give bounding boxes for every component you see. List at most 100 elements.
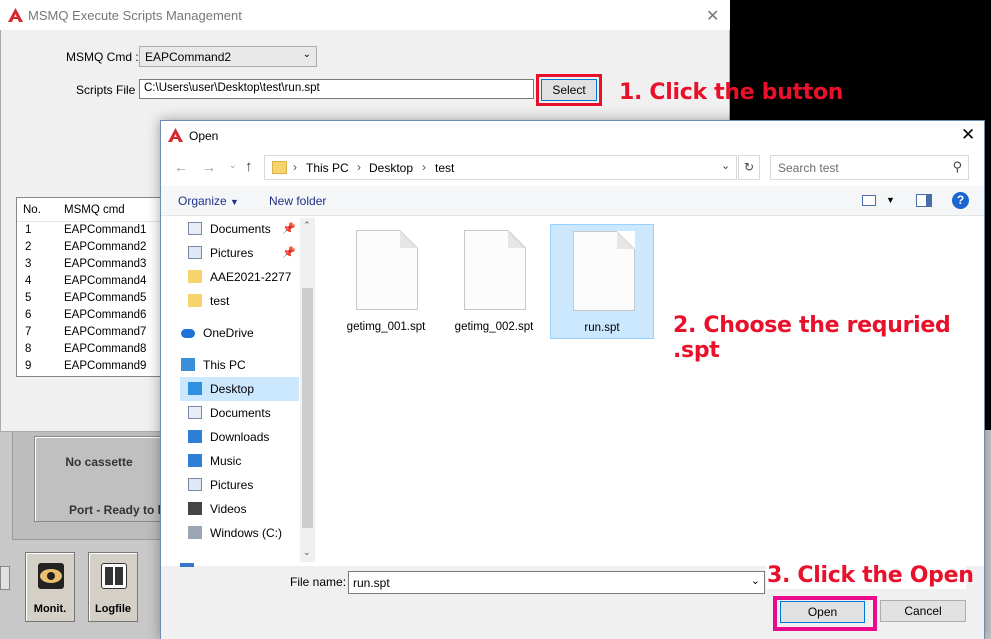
address-bar[interactable]: › This PC › Desktop › test ⌄ xyxy=(264,155,737,180)
sidebar-item-music[interactable]: Music xyxy=(180,449,299,473)
sidebar-item-label: Desktop xyxy=(210,382,255,396)
list-item-no: 2 xyxy=(25,241,32,253)
sidebar-item-label: Pictures xyxy=(210,246,254,260)
app-logo-icon xyxy=(8,8,23,22)
list-item[interactable]: 1 EAPCommand1 xyxy=(17,224,175,241)
breadcrumb-this-pc[interactable]: This PC xyxy=(306,161,349,175)
file-name: run.spt xyxy=(584,322,620,334)
view-icon[interactable] xyxy=(862,195,876,206)
refresh-icon[interactable]: ↻ xyxy=(738,155,760,180)
open-button[interactable]: Open xyxy=(780,601,865,623)
scroll-down-icon[interactable]: ⌄ xyxy=(303,547,311,558)
forward-icon[interactable]: → xyxy=(202,159,216,175)
sidebar-item-documents[interactable]: Documents xyxy=(180,401,299,425)
file-icon xyxy=(573,231,635,311)
msmq-window-title: MSMQ Execute Scripts Management xyxy=(28,8,242,23)
sidebar-item-label: Videos xyxy=(210,502,247,516)
logfile-button[interactable]: Logfile xyxy=(88,552,138,622)
list-item-no: 4 xyxy=(25,275,32,287)
file-item[interactable]: getimg_001.spt xyxy=(334,224,438,339)
sidebar-item-this-pc[interactable]: This PC xyxy=(173,353,299,377)
file-name-input[interactable]: run.spt ⌄ xyxy=(348,571,765,594)
search-input[interactable]: Search test ⚲ xyxy=(770,155,969,180)
recent-dropdown-icon[interactable]: ⌄ xyxy=(229,160,237,171)
list-item[interactable]: 7 EAPCommand7 xyxy=(17,326,175,343)
list-item[interactable]: 9 EAPCommand9 xyxy=(17,360,175,377)
list-item[interactable]: 6 EAPCommand6 xyxy=(17,309,175,326)
select-button[interactable]: Select xyxy=(541,79,597,101)
onedrive-icon xyxy=(181,329,195,338)
background-left-control xyxy=(0,566,10,590)
scripts-file-label: Scripts File : xyxy=(76,83,143,97)
sidebar-item-desktop[interactable]: Desktop xyxy=(180,377,299,401)
list-item[interactable]: 3 EAPCommand3 xyxy=(17,258,175,275)
desktop-icon xyxy=(188,382,202,395)
chevron-right-icon: › xyxy=(357,160,361,174)
sidebar-item-videos[interactable]: Videos xyxy=(180,497,299,521)
list-item[interactable]: 5 EAPCommand5 xyxy=(17,292,175,309)
msmq-cmd-label: MSMQ Cmd : xyxy=(66,50,139,64)
list-header-no: No. xyxy=(23,204,41,216)
file-item[interactable]: getimg_002.spt xyxy=(442,224,546,339)
breadcrumb-test[interactable]: test xyxy=(435,161,454,175)
monit-label: Monit. xyxy=(33,603,67,615)
list-item-cmd: EAPCommand7 xyxy=(64,326,147,338)
step3-callout: 3. Click the Open xyxy=(767,563,974,588)
sidebar-item-label: AAE2021-2277 xyxy=(210,270,292,284)
help-icon[interactable]: ? xyxy=(952,192,969,209)
up-icon[interactable]: ↑ xyxy=(245,158,253,175)
list-item-cmd: EAPCommand9 xyxy=(64,360,147,372)
sidebar-item-label: Pictures xyxy=(210,478,254,492)
breadcrumb-desktop[interactable]: Desktop xyxy=(369,161,413,175)
sidebar-item-downloads[interactable]: Downloads xyxy=(180,425,299,449)
list-item-no: 5 xyxy=(25,292,32,304)
logfile-icon xyxy=(101,563,127,589)
sidebar-item-documents[interactable]: Documents 📌 xyxy=(180,217,299,241)
sidebar-item-test[interactable]: test xyxy=(180,289,299,313)
sidebar-item-windows-c-[interactable]: Windows (C:) xyxy=(180,521,299,545)
sidebar-item-label: OneDrive xyxy=(203,326,254,340)
sidebar-item-label: Documents xyxy=(210,222,271,236)
list-item-cmd: EAPCommand1 xyxy=(64,224,147,236)
list-item[interactable]: 2 EAPCommand2 xyxy=(17,241,175,258)
cancel-button[interactable]: Cancel xyxy=(880,600,966,622)
chevron-right-icon: › xyxy=(422,160,426,174)
msmq-cmd-select[interactable]: EAPCommand2 ⌄ xyxy=(139,46,317,67)
open-dialog-title: Open xyxy=(189,129,219,143)
list-item[interactable]: 8 EAPCommand8 xyxy=(17,343,175,360)
chevron-down-icon: ⌄ xyxy=(302,49,311,60)
cassette-panel: No cassette Port - Ready to lo xyxy=(34,436,168,522)
nav-scrollbar[interactable]: ⌃ ⌄ xyxy=(300,218,315,562)
back-icon[interactable]: ← xyxy=(174,159,188,175)
sidebar-item-onedrive[interactable]: OneDrive xyxy=(173,321,299,345)
file-name-dropdown-icon[interactable]: ⌄ xyxy=(751,574,760,587)
msmq-close-icon[interactable]: ✕ xyxy=(706,6,719,26)
scroll-thumb[interactable] xyxy=(302,288,313,528)
pictures-icon xyxy=(188,246,202,259)
file-item[interactable]: run.spt xyxy=(550,224,654,339)
music-icon xyxy=(188,454,202,467)
scripts-file-field[interactable]: C:\Users\user\Desktop\test\run.spt xyxy=(139,79,534,99)
scroll-up-icon[interactable]: ⌃ xyxy=(303,220,311,231)
address-dropdown-icon[interactable]: ⌄ xyxy=(721,159,730,172)
sidebar-item-pictures[interactable]: Pictures xyxy=(180,473,299,497)
monit-button[interactable]: Monit. xyxy=(25,552,75,622)
msmq-cmd-list[interactable]: No. MSMQ cmd 1 EAPCommand1 2 EAPCommand2 3 EA… xyxy=(16,197,176,377)
sidebar-item-label: test xyxy=(210,294,230,308)
sidebar-item-label: Documents xyxy=(210,406,271,420)
sidebar-item-aae2021-2277[interactable]: AAE2021-2277 xyxy=(180,265,299,289)
organize-button[interactable]: Organize ▼ xyxy=(178,194,239,208)
search-placeholder: Search test xyxy=(778,161,839,175)
list-item-no: 7 xyxy=(25,326,32,338)
sidebar-item-pictures[interactable]: Pictures 📌 xyxy=(180,241,299,265)
msmq-cmd-value: EAPCommand2 xyxy=(145,50,232,64)
pc-icon xyxy=(181,358,195,371)
step1-callout: 1. Click the button xyxy=(619,80,844,105)
dialog-logo-icon xyxy=(168,128,183,145)
list-item[interactable]: 4 EAPCommand4 xyxy=(17,275,175,292)
list-item-cmd: EAPCommand6 xyxy=(64,309,147,321)
new-folder-button[interactable]: New folder xyxy=(269,194,326,208)
dialog-close-icon[interactable]: ✕ xyxy=(961,125,975,145)
view-dropdown-icon[interactable]: ▼ xyxy=(886,195,895,205)
preview-pane-icon[interactable] xyxy=(916,194,932,207)
